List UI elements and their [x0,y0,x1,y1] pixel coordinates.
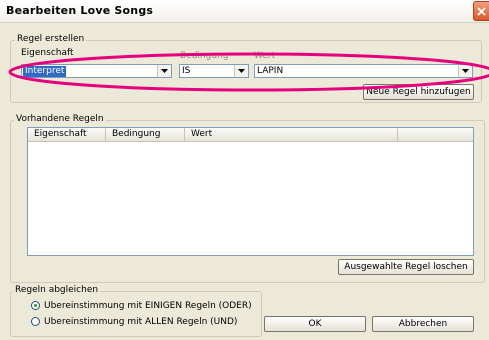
property-selected-value: Interpret [23,66,67,77]
dropdown-arrow[interactable] [234,65,248,77]
delete-selected-rule-button[interactable]: Ausgewahlte Regel loschen [338,259,474,275]
add-rule-button[interactable]: Neue Regel hinzufugen [363,84,474,100]
dropdown-arrow[interactable] [458,65,472,77]
edit-playlist-dialog: Bearbeiten Love Songs Regel erstellen Ei… [0,0,489,340]
condition-select[interactable]: IS [179,64,249,78]
match-rules-legend: Regeln abgleichen [13,285,101,296]
match-any-label: Ubereinstimmung mit EINIGEN Regeln (ODER… [44,301,252,311]
title-bar: Bearbeiten Love Songs [0,0,489,23]
chevron-down-icon [161,69,168,73]
rules-list[interactable]: Eigenschaft Bedingung Wert [27,127,474,256]
match-all-label: Ubereinstimmung mit ALLEN Regeln (UND) [44,317,238,327]
radio-button[interactable] [31,317,40,326]
close-button[interactable] [473,1,489,21]
column-header-filler [398,128,474,141]
column-header-condition[interactable]: Bedingung [106,128,185,141]
value-label: Wert [254,51,276,61]
chevron-down-icon [238,69,245,73]
property-label: Eigenschaft [21,48,74,58]
close-icon [477,7,486,16]
match-rules-group [10,291,262,337]
property-select[interactable]: Interpret [21,64,172,78]
dropdown-arrow[interactable] [157,65,171,77]
radio-button-selected[interactable] [31,301,40,310]
value-combobox[interactable]: LAPIN [254,64,473,78]
condition-label: Bedingung [180,51,229,61]
ok-button[interactable]: OK [264,316,366,332]
cancel-button[interactable]: Abbrechen [372,316,474,332]
chevron-down-icon [462,69,469,73]
column-header-value[interactable]: Wert [185,128,398,141]
rules-list-header: Eigenschaft Bedingung Wert [28,128,473,142]
create-rule-legend: Regel erstellen [15,34,87,45]
condition-selected-value: IS [182,66,191,76]
column-header-property[interactable]: Eigenschaft [28,128,106,141]
window-title: Bearbeiten Love Songs [6,4,154,17]
existing-rules-legend: Vorhandene Regeln [14,114,106,125]
value-field-text: LAPIN [257,66,284,76]
